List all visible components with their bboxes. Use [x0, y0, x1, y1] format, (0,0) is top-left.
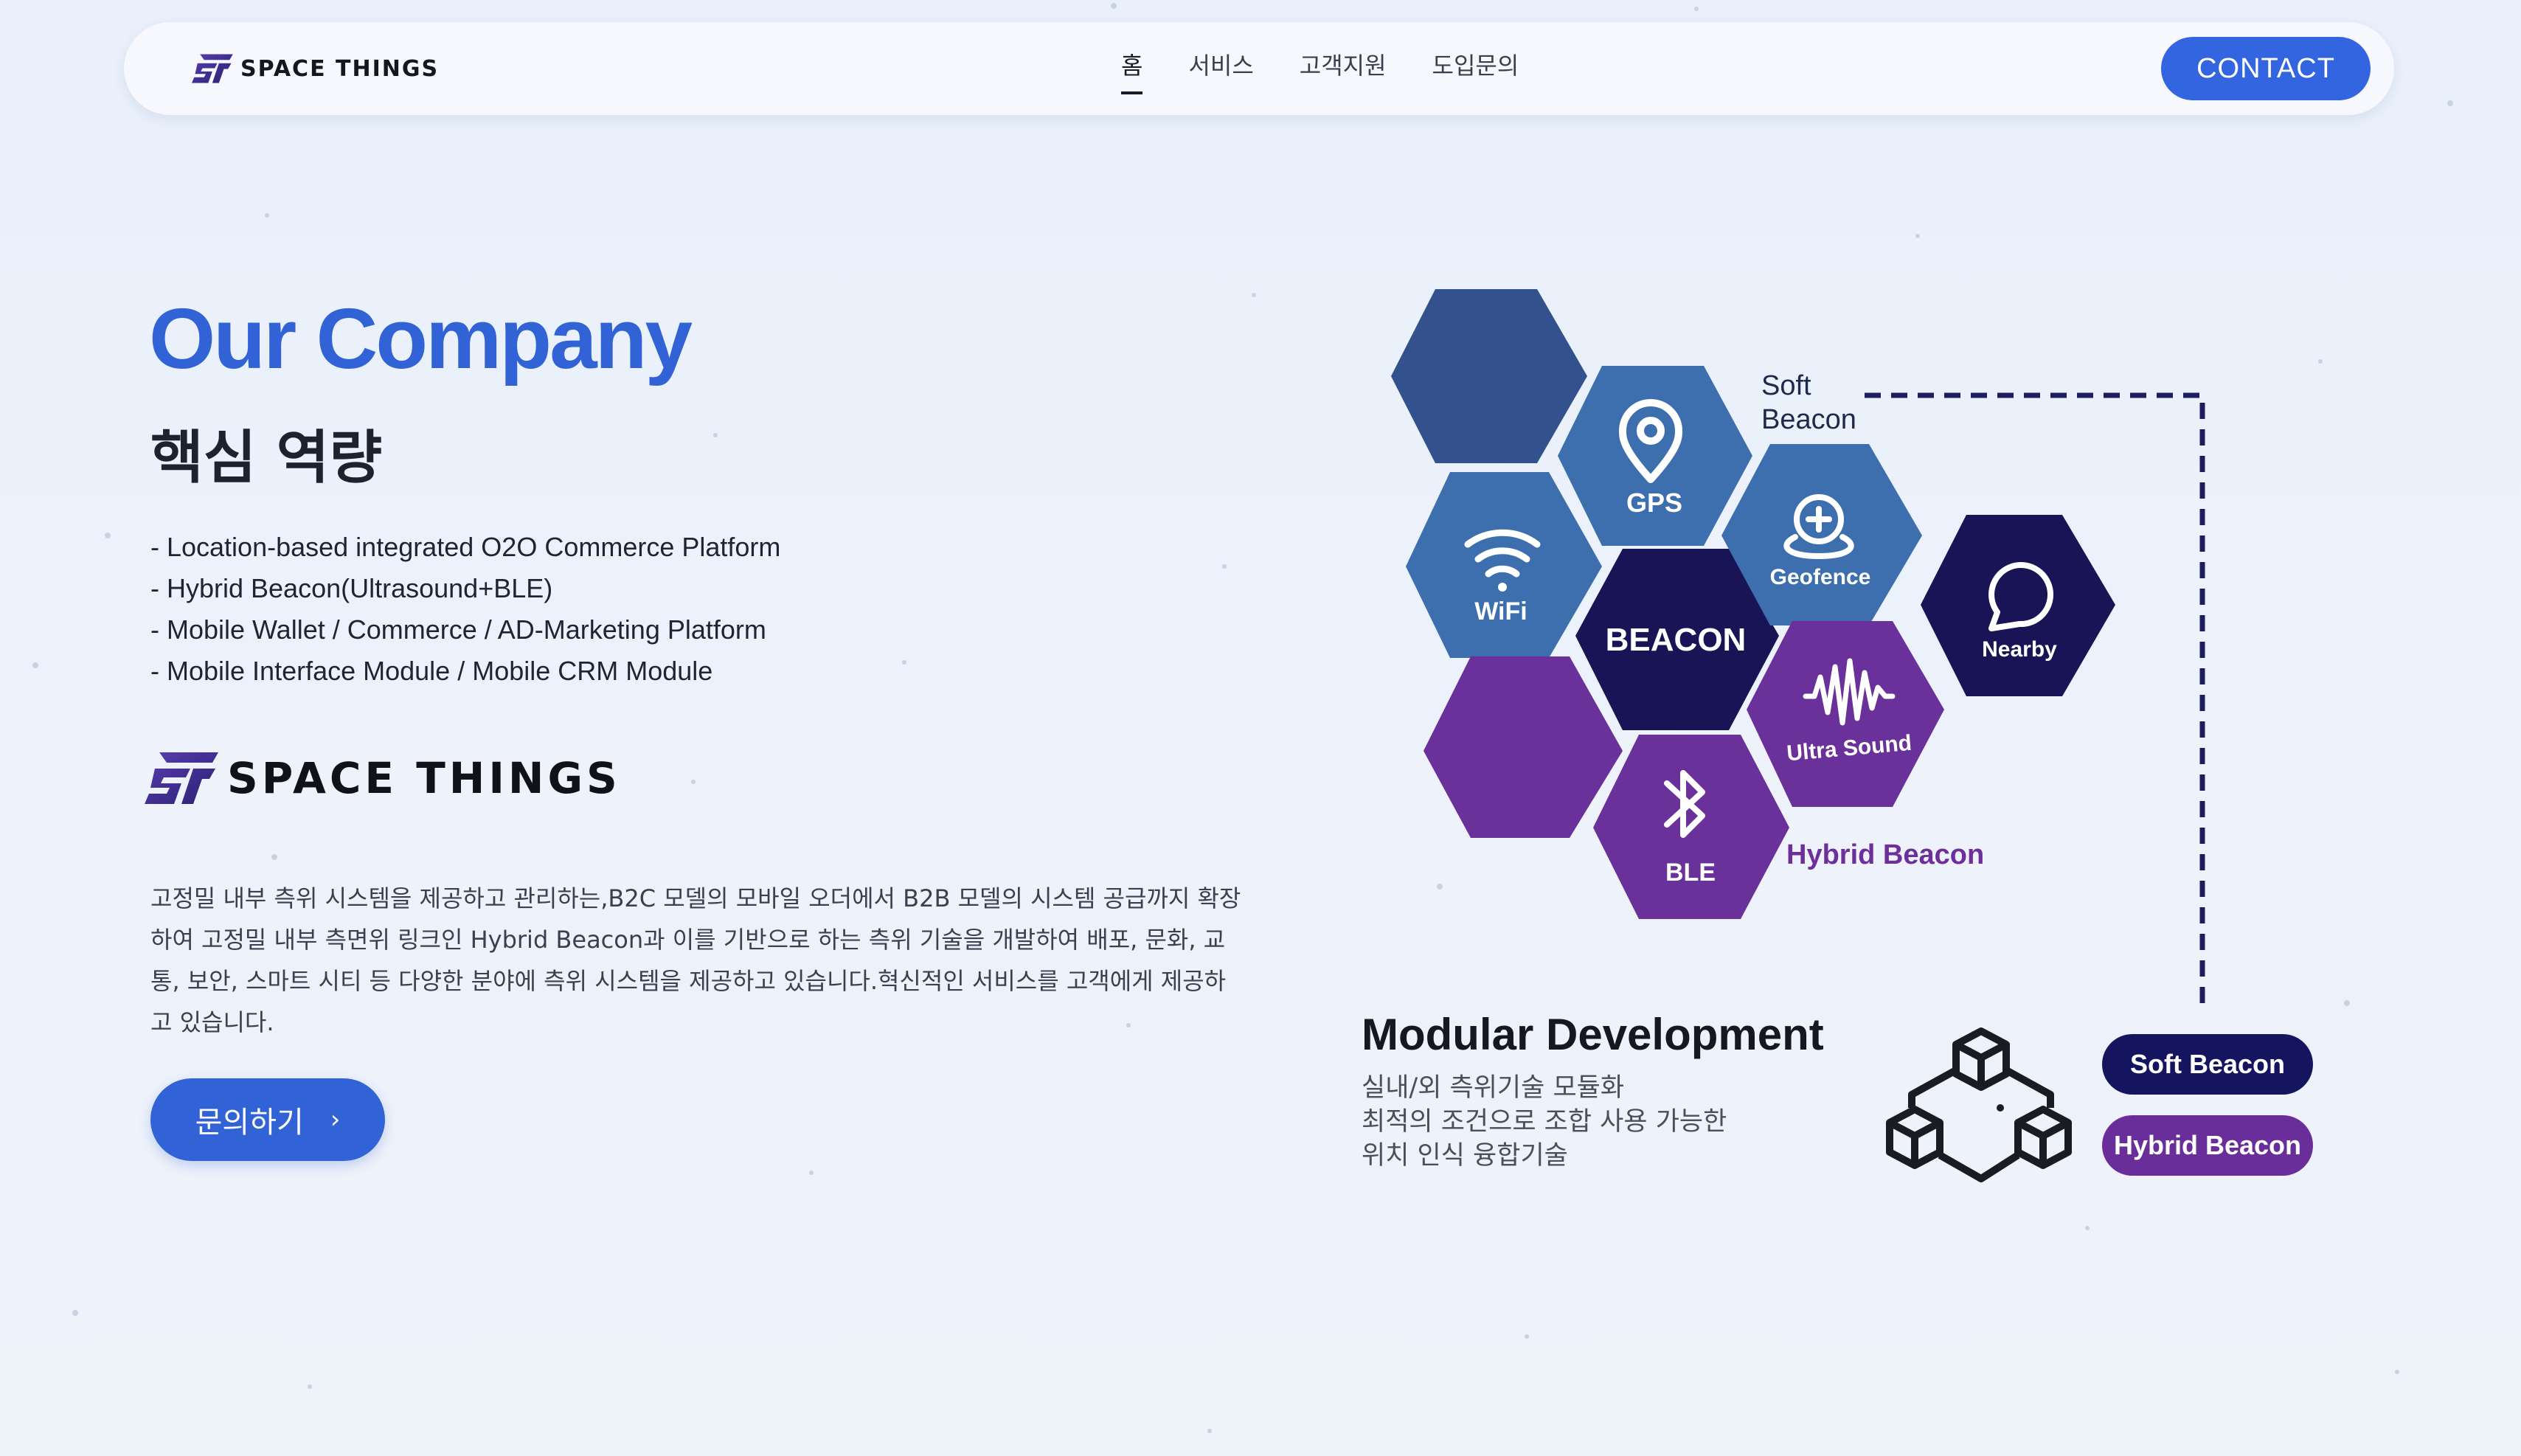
contact-button[interactable]: CONTACT: [2161, 37, 2371, 100]
hex-label-ble: BLE: [1665, 859, 1716, 887]
nav-link-support[interactable]: 고객지원: [1300, 47, 1387, 94]
capability-item: - Location-based integrated O2O Commerce…: [150, 532, 781, 562]
brand-text: SPACE THINGS: [227, 753, 621, 803]
modular-line: 위치 인식 융합기술: [1362, 1141, 1568, 1171]
capability-item: - Mobile Interface Module / Mobile CRM M…: [150, 656, 713, 686]
modular-line: 최적의 조건으로 조합 사용 가능한: [1362, 1107, 1727, 1137]
page-title: Our Company: [149, 291, 693, 386]
hex-nearby: Nearby: [1921, 515, 2115, 696]
hex-gps: GPS: [1558, 366, 1752, 546]
beacon-hex-diagram: GPS WiFi BEACON Geofence Nearby Ultra So…: [1391, 289, 2205, 1012]
capability-item: - Hybrid Beacon(Ultrasound+BLE): [150, 573, 553, 603]
nav-links: 홈 서비스 고객지원 도입문의: [1121, 47, 1564, 94]
modular-line: 실내/외 측위기술 모듈화: [1362, 1073, 1625, 1103]
nav-link-home[interactable]: 홈: [1121, 47, 1143, 94]
blocks-cube-icon: [1886, 1027, 2072, 1182]
modular-description: 실내/외 측위기술 모듈화 최적의 조건으로 조합 사용 가능한 위치 인식 융…: [1362, 1071, 1727, 1173]
soft-beacon-note: Soft Beacon: [1761, 369, 1856, 437]
hex-purple: [1424, 656, 1623, 838]
background-dots: [32, 3, 2453, 1433]
chevron-right-icon: ›: [330, 1105, 341, 1134]
inquiry-button[interactable]: 문의하기 ›: [150, 1078, 385, 1161]
hex-dark-blue: [1391, 289, 1587, 463]
nav-link-inquiry[interactable]: 도입문의: [1432, 47, 1519, 94]
brand-logo: SPACE THINGS: [145, 748, 621, 808]
hybrid-beacon-pill[interactable]: Hybrid Beacon: [2102, 1115, 2313, 1176]
modular-title: Modular Development: [1362, 1010, 1824, 1059]
nav-link-services[interactable]: 서비스: [1188, 47, 1253, 94]
top-navbar: SPACE THINGS 홈 서비스 고객지원 도입문의 CONTACT: [124, 22, 2394, 115]
inquiry-button-label: 문의하기: [195, 1106, 304, 1140]
cube-dot: [1997, 1104, 2004, 1112]
hex-label-wifi: WiFi: [1474, 597, 1527, 625]
hex-label-nearby: Nearby: [1982, 637, 2057, 662]
nav-logo[interactable]: SPACE THINGS: [192, 52, 439, 86]
capability-list: - Location-based integrated O2O Commerce…: [150, 527, 780, 692]
page-subtitle: 핵심 역량: [150, 425, 383, 491]
hex-ultra-sound: Ultra Sound: [1747, 621, 1944, 807]
hex-ble: BLE: [1593, 735, 1789, 919]
hex-label-geofence: Geofence: [1770, 565, 1871, 589]
hybrid-beacon-label: Hybrid Beacon: [1786, 839, 1985, 870]
space-things-logo-mark: [192, 54, 233, 83]
soft-beacon-pill[interactable]: Soft Beacon: [2102, 1034, 2313, 1095]
hex-wifi: WiFi: [1406, 472, 1602, 658]
nav-brand-text: SPACE THINGS: [240, 55, 440, 82]
soft-beacon-note-line: Beacon: [1761, 404, 1856, 435]
space-things-logo-mark: [145, 752, 218, 804]
hex-label-gps: GPS: [1626, 488, 1682, 518]
capability-item: - Mobile Wallet / Commerce / AD-Marketin…: [150, 614, 766, 645]
page: SPACE THINGS 홈 서비스 고객지원 도입문의 CONTACT Our…: [0, 0, 2521, 1456]
company-description: 고정밀 내부 측위 시스템을 제공하고 관리하는,B2C 모델의 모바일 오더에…: [150, 884, 1241, 1036]
soft-beacon-note-line: Soft: [1761, 370, 1811, 401]
hex-label-beacon: BEACON: [1606, 622, 1747, 658]
